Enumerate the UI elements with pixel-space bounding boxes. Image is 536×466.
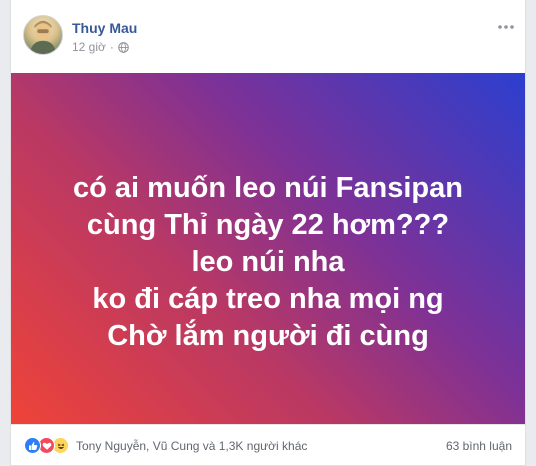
post-card: Thuy Mau 12 giờ · có ai muốn leo núi Fan… — [10, 0, 526, 466]
meta-separator: · — [109, 40, 114, 54]
post-meta: 12 giờ · — [72, 40, 129, 54]
post-text-line: leo núi nha — [191, 246, 345, 278]
post-text-line: cùng Thỉ ngày 22 hơm??? — [86, 209, 450, 241]
reactors-summary[interactable]: Tony Nguyễn, Vũ Cung và 1,3K người khác — [76, 439, 307, 453]
post-header: Thuy Mau 12 giờ · — [11, 0, 525, 73]
ellipsis-icon — [498, 25, 514, 29]
comments-count[interactable]: 63 bình luận — [446, 439, 512, 453]
post-text-line: có ai muốn leo núi Fansipan — [73, 172, 463, 204]
reaction-icons[interactable] — [24, 437, 69, 454]
like-icon — [24, 437, 41, 454]
post-text: có ai muốn leo núi Fansipan cùng Thỉ ngà… — [11, 170, 525, 355]
avatar[interactable] — [23, 15, 63, 55]
post-background[interactable]: có ai muốn leo núi Fansipan cùng Thỉ ngà… — [11, 73, 525, 424]
post-text-line: ko đi cáp treo nha mọi ng — [92, 283, 444, 315]
globe-icon[interactable] — [118, 41, 129, 53]
post-text-line: Chờ lắm người đi cùng — [107, 320, 429, 352]
more-options-button[interactable] — [495, 16, 517, 38]
author-name[interactable]: Thuy Mau — [72, 20, 137, 36]
post-time[interactable]: 12 giờ — [72, 40, 106, 54]
post-footer: Tony Nguyễn, Vũ Cung và 1,3K người khác … — [11, 424, 525, 466]
avatar-image — [29, 20, 57, 54]
